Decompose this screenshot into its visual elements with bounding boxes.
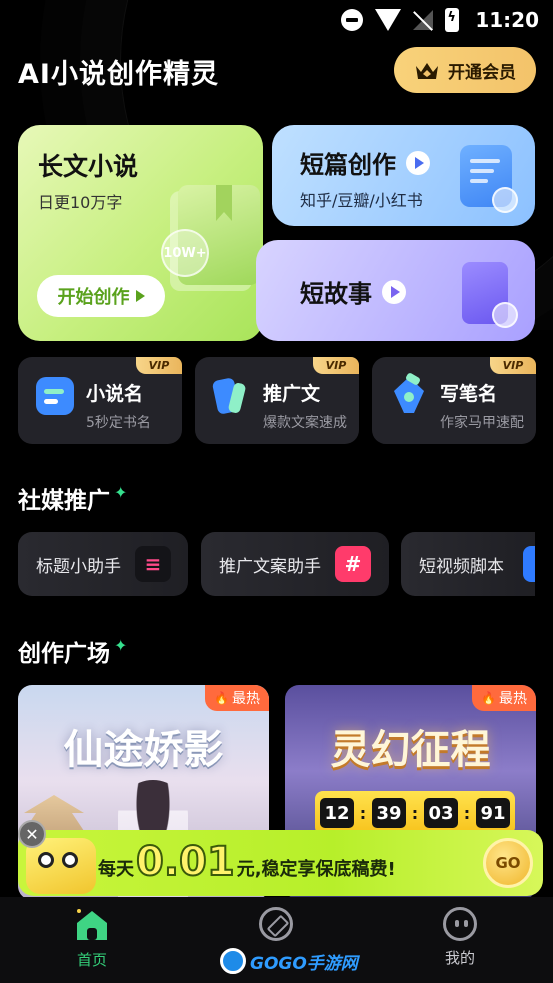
countdown-timer: 12 : 39 : 03 : 91 xyxy=(315,791,515,835)
chip-video-script[interactable]: 短视频脚本 xyxy=(401,532,535,596)
hot-tag: 🔥 最热 xyxy=(205,685,269,711)
short-piece-subtitle: 知乎/豆瓣/小红书 xyxy=(300,191,423,210)
short-story-title-row: 短故事 xyxy=(300,274,406,309)
tool-title: 写笔名 xyxy=(440,383,498,405)
compass-icon xyxy=(259,907,293,941)
open-vip-button[interactable]: 开通会员 xyxy=(394,47,536,93)
social-section-title: 社媒推广 ✦ xyxy=(18,481,127,515)
gallery-card-title: 灵幻征程 xyxy=(330,726,491,773)
social-section-label: 社媒推广 xyxy=(18,488,110,514)
tool-card-novel-name[interactable]: VIP 小说名 5秒定书名 xyxy=(18,357,182,444)
promo-go-button[interactable]: GO xyxy=(483,838,533,888)
tool-subtitle: 作家马甲速配 xyxy=(440,415,524,431)
short-piece-title-row: 短篇创作 xyxy=(300,145,430,180)
tool-title: 推广文 xyxy=(263,383,321,405)
status-time: 11:20 xyxy=(475,8,539,32)
chip-title-helper[interactable]: 标题小助手 ≡ xyxy=(18,532,188,596)
nav-label: 首页 xyxy=(76,951,107,969)
countdown-digit: 12 xyxy=(320,798,354,828)
play-icon xyxy=(382,279,406,304)
promo-prefix: 每天 xyxy=(98,859,134,880)
long-novel-card[interactable]: 长文小说 日更10万字 10W+ 开始创作 xyxy=(18,125,263,341)
promo-text: 每天 0.01 元,稳定享保底稿费! xyxy=(98,839,396,885)
vip-tag: VIP xyxy=(313,357,359,374)
tool-subtitle: 5秒定书名 xyxy=(86,415,151,431)
start-creating-button[interactable]: 开始创作 xyxy=(37,275,165,317)
long-novel-subtitle: 日更10万字 xyxy=(38,193,123,212)
start-creating-label: 开始创作 xyxy=(57,287,130,308)
promo-amount: 0.01 xyxy=(135,839,236,885)
title-tool-icon: ≡ xyxy=(135,546,171,582)
vip-tag: VIP xyxy=(136,357,182,374)
watermark-text: GOGO手游网 xyxy=(250,953,358,974)
nav-home[interactable]: 首页 xyxy=(42,907,142,970)
close-icon[interactable]: ✕ xyxy=(18,820,46,848)
status-icons: 11:20 xyxy=(341,8,539,32)
countdown-separator: : xyxy=(411,803,419,823)
hashtag-icon: # xyxy=(335,546,371,582)
flame-icon: 🔥 xyxy=(481,691,496,705)
open-vip-label: 开通会员 xyxy=(448,62,516,83)
vip-tag: VIP xyxy=(490,357,536,374)
gallery-card-title: 仙途娇影 xyxy=(63,726,224,773)
app-title: AI小说创作精灵 xyxy=(18,59,219,90)
short-piece-title: 短篇创作 xyxy=(300,151,396,179)
hot-tag-label: 最热 xyxy=(498,691,527,707)
battery-charging-icon xyxy=(445,8,460,32)
ten-w-badge: 10W+ xyxy=(161,229,209,277)
plaza-section-label: 创作广场 xyxy=(18,641,110,667)
chip-label: 短视频脚本 xyxy=(419,556,504,577)
nav-discover[interactable] xyxy=(226,907,326,947)
sparkle-badge-icon xyxy=(492,187,518,213)
play-icon xyxy=(406,150,430,175)
chip-promo-copy-helper[interactable]: 推广文案助手 # xyxy=(201,532,389,596)
promo-banner[interactable]: 每天 0.01 元,稳定享保底稿费! GO xyxy=(18,830,543,896)
tool-card-promo-text[interactable]: VIP 推广文 爆款文案速成 xyxy=(195,357,359,444)
tool-subtitle: 爆款文案速成 xyxy=(263,415,347,431)
no-signal-icon xyxy=(413,10,434,30)
tool-title: 小说名 xyxy=(86,383,144,405)
novel-name-icon xyxy=(36,377,74,415)
watermark: GOGO手游网 xyxy=(220,948,358,974)
short-piece-card[interactable]: 短篇创作 知乎/豆瓣/小红书 xyxy=(272,125,535,226)
countdown-digit: 39 xyxy=(372,798,406,828)
tool-card-pen-name[interactable]: VIP 写笔名 作家马甲速配 xyxy=(372,357,536,444)
nav-label: 我的 xyxy=(444,949,475,967)
wifi-icon xyxy=(375,9,402,31)
face-icon xyxy=(443,907,477,941)
long-novel-title: 长文小说 xyxy=(38,152,139,181)
nav-mine[interactable]: 我的 xyxy=(410,907,510,968)
countdown-digit: 03 xyxy=(424,798,458,828)
sparkle-icon: ✦ xyxy=(114,482,128,502)
countdown-separator: : xyxy=(359,803,367,823)
play-arrow-icon xyxy=(135,290,145,302)
short-story-title: 短故事 xyxy=(300,280,372,308)
hot-tag: 🔥 最热 xyxy=(472,685,536,711)
chip-label: 标题小助手 xyxy=(36,556,121,577)
promo-text-icon xyxy=(212,378,246,414)
watermark-logo-icon xyxy=(220,948,246,974)
plaza-section-title: 创作广场 ✦ xyxy=(18,634,127,668)
countdown-separator: : xyxy=(463,803,471,823)
short-story-card[interactable]: 短故事 xyxy=(256,240,535,341)
home-icon xyxy=(77,909,107,940)
crown-icon xyxy=(414,60,440,80)
pagoda-badge-icon xyxy=(492,302,518,328)
video-script-icon xyxy=(523,546,535,582)
chip-label: 推广文案助手 xyxy=(219,556,321,577)
sparkle-icon: ✦ xyxy=(114,635,128,655)
status-bar: 11:20 xyxy=(0,0,553,38)
pen-nib-icon xyxy=(394,373,424,413)
countdown-digit: 91 xyxy=(476,798,510,828)
flame-icon: 🔥 xyxy=(214,691,229,705)
do-not-disturb-icon xyxy=(341,9,364,31)
hot-tag-label: 最热 xyxy=(231,691,260,707)
promo-suffix: 元,稳定享保底稿费! xyxy=(236,859,396,880)
